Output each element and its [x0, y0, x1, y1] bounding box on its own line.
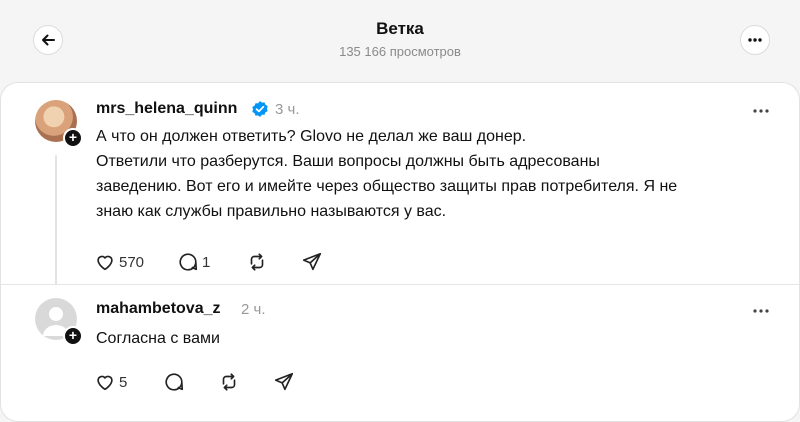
post-actions: 5 — [94, 370, 354, 394]
reply-count: 1 — [202, 253, 211, 271]
repost-button[interactable] — [218, 370, 240, 394]
follow-plus-icon[interactable]: + — [63, 128, 83, 148]
post-text-line: знаю как службы правильно называются у в… — [96, 203, 447, 220]
views-count: 135 166 просмотров — [339, 44, 461, 59]
follow-plus-icon[interactable]: + — [63, 326, 83, 346]
like-count: 5 — [119, 373, 128, 391]
timestamp[interactable]: 2 ч. — [241, 301, 266, 318]
repost-button[interactable] — [246, 250, 268, 274]
like-button[interactable]: 570 — [94, 250, 144, 274]
send-icon — [274, 372, 294, 391]
share-button[interactable] — [301, 250, 323, 274]
post-text-line: А что он должен ответить? Glovo не делал… — [96, 128, 527, 145]
more-horizontal-icon — [748, 38, 762, 42]
send-icon — [302, 252, 322, 271]
comment-icon — [165, 373, 184, 391]
like-button[interactable]: 5 — [94, 370, 127, 394]
thread-line — [55, 155, 57, 285]
reply-button[interactable] — [163, 370, 185, 394]
divider — [1, 284, 800, 285]
repost-icon — [250, 253, 264, 271]
like-count: 570 — [119, 253, 145, 271]
thread-card: + mrs_helena_quinn 3 ч. А что он должен … — [0, 82, 800, 422]
timestamp[interactable]: 3 ч. — [275, 101, 300, 118]
more-options-icon[interactable] — [751, 101, 771, 121]
username[interactable]: mrs_helena_quinn — [96, 100, 237, 118]
username[interactable]: mahambetova_z — [96, 300, 221, 318]
more-options-icon[interactable] — [751, 301, 771, 321]
more-options-button[interactable] — [740, 25, 770, 55]
repost-icon — [222, 373, 236, 391]
heart-icon — [97, 375, 113, 391]
reply-button[interactable]: 1 — [177, 250, 210, 274]
post-text: Согласна с вами — [96, 326, 736, 351]
post-text-line: заведению. Вот его и имейте через общест… — [96, 178, 678, 195]
heart-icon — [97, 255, 113, 271]
post-actions: 570 1 — [94, 250, 354, 274]
thread-header: Ветка 135 166 просмотров — [0, 0, 800, 82]
post-text-line: Согласна с вами — [96, 330, 220, 347]
verified-badge-icon — [252, 101, 268, 117]
comment-icon — [179, 253, 198, 271]
page-title: Ветка — [376, 19, 424, 38]
post-text: А что он должен ответить? Glovo не делал… — [96, 124, 736, 224]
post-text-line: Ответили что разберутся. Ваши вопросы до… — [96, 153, 600, 170]
share-button[interactable] — [273, 370, 295, 394]
